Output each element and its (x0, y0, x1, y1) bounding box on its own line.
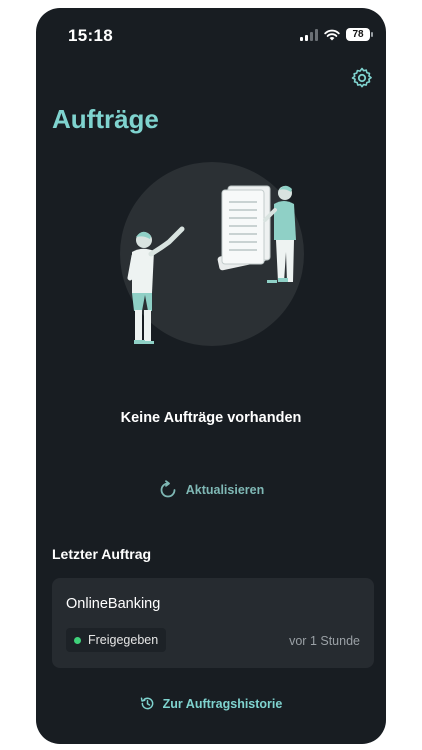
phone-screen: 15:18 78 Aufträge Keine Aufträge vorhand… (36, 8, 386, 744)
refresh-icon (160, 480, 176, 498)
wifi-icon (324, 29, 340, 40)
status-dot-icon (74, 636, 81, 644)
last-order-heading: Letzter Auftrag (52, 546, 152, 562)
order-time: vor 1 Stunde (289, 634, 360, 648)
empty-state-message: Keine Aufträge vorhanden (120, 410, 302, 426)
history-icon (140, 697, 154, 710)
history-link[interactable]: Zur Auftragshistorie (36, 696, 386, 711)
page-title: Aufträge (52, 104, 159, 134)
refresh-button[interactable]: Aktualisieren (36, 480, 386, 500)
empty-state-illustration (120, 162, 304, 346)
status-label: Freigegeben (88, 633, 159, 647)
status-badge: Freigegeben (66, 628, 167, 652)
documents-stack (217, 185, 271, 271)
refresh-label: Aktualisieren (185, 483, 265, 497)
status-bar: 15:18 78 (36, 8, 386, 62)
gear-icon[interactable] (350, 66, 374, 90)
order-title: OnlineBanking (66, 596, 161, 612)
battery-icon: 78 (346, 28, 373, 41)
status-icons: 78 (300, 28, 373, 41)
signal-icon (300, 28, 318, 41)
status-time: 15:18 (68, 26, 113, 45)
last-order-card[interactable]: OnlineBanking Freigegeben vor 1 Stunde (52, 578, 374, 668)
history-label: Zur Auftragshistorie (162, 696, 283, 711)
